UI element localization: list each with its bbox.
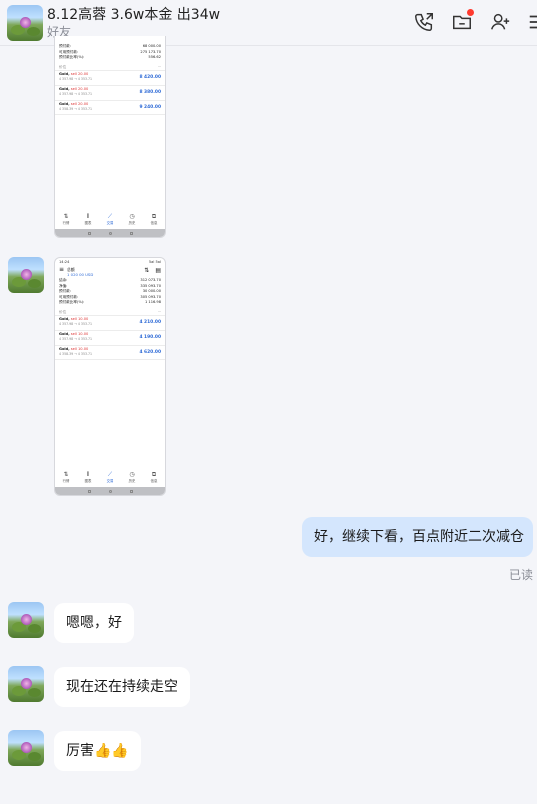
position-row: Gold, sell 20.00 4 357.98 → 4 353.71 8 3… [55,84,165,100]
trade-icon: ⟋ [107,213,113,220]
account-header: ≡ 总额 1 020 00 USD ⇅ ▤ [59,266,161,278]
summary-row: 预付款比率(%): 556.62 [59,55,161,60]
new-order-icon: ▤ [155,267,161,274]
add-friend-icon[interactable] [489,11,511,33]
read-status: 已读 [508,568,533,582]
trade-icon: ⟋ [107,471,113,478]
their-message-bubble[interactable]: 现在还在持续走空 [54,667,190,707]
their-message-bubble[interactable]: 嗯嗯，好 [54,603,134,643]
history-icon: ◷ [129,471,135,478]
more-menu-icon[interactable] [527,11,537,33]
position-row: Gold, sell 10.00 4 358.39 → 4 353.71 4 6… [55,344,165,360]
contact-avatar[interactable] [7,5,43,41]
contact-avatar[interactable] [8,602,44,638]
position-row: Gold, sell 20.00 4 358.39 → 4 353.71 9 2… [55,99,165,115]
unread-dot [467,9,474,16]
position-row: Gold, sell 20.00 4 357.98 → 4 353.71 8 4… [55,69,165,85]
phone-nav-bar [55,229,165,237]
my-message-bubble[interactable]: 好，继续下看，百点附近二次减仓 [302,517,533,557]
chart-icon: ⦀ [86,213,90,220]
position-row: Gold, sell 10.00 4 357.98 → 4 353.71 4 2… [55,314,165,330]
trade-screenshot-1[interactable]: 预付款: 68 000.00 可用预付款: 275 173.70 预付款比率(%):… [54,36,166,238]
menu-icon: ≡ [59,266,65,273]
messages-icon: ⧉ [151,213,157,220]
phone-call-icon[interactable] [413,11,435,33]
quotes-icon: ⇅ [63,213,69,220]
sort-icon: ⇅ [144,267,150,274]
position-row: Gold, sell 10.00 4 357.98 → 4 353.71 4 1… [55,329,165,345]
folder-icon[interactable] [451,9,474,33]
their-message-bubble[interactable]: 厉害👍👍 [54,731,141,771]
trade-screenshot-2[interactable]: 14:24 5al 5al ≡ 总额 1 020 00 USD ⇅ ▤ 结余: 312… [54,257,166,496]
contact-avatar[interactable] [8,257,44,293]
summary-row: 预付款比率(%): 1 116.98 [59,300,161,305]
contact-avatar[interactable] [8,730,44,766]
phone-status-bar: 14:24 5al 5al [59,260,161,264]
chat-title: 8.12高蓉 3.6w本金 出34w [47,7,221,23]
chart-icon: ⦀ [86,471,90,478]
quotes-icon: ⇅ [63,471,69,478]
history-icon: ◷ [129,213,135,220]
phone-nav-bar [55,487,165,495]
bottom-nav: ⇅ 行情 ⦀ 图表 ⟋ 交易 ◷ 历史 ⧉ 信息 [55,471,165,483]
contact-avatar[interactable] [8,666,44,702]
bottom-nav: ⇅ 行情 ⦀ 图表 ⟋ 交易 ◷ 历史 ⧉ 信息 [55,213,165,225]
messages-icon: ⧉ [151,471,157,478]
